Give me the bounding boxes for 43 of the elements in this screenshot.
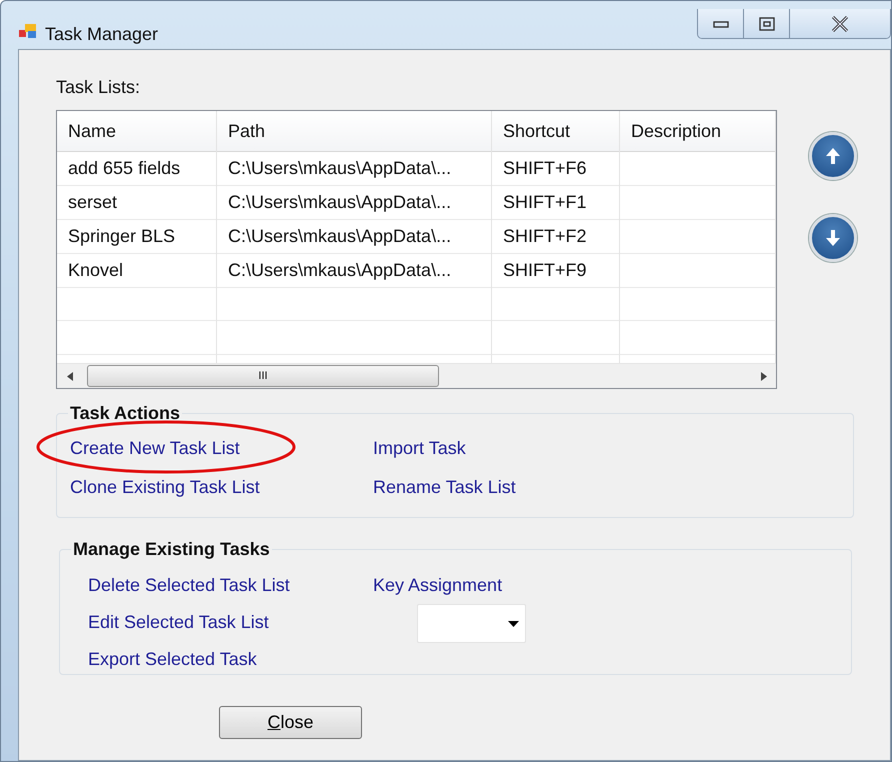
link[interactable]: Clone Existing Task List bbox=[70, 476, 260, 498]
app-icon bbox=[19, 23, 37, 39]
link[interactable]: Delete Selected Task List bbox=[88, 574, 290, 596]
caret-icon bbox=[508, 620, 519, 626]
table-cell: SHIFT+F1 bbox=[492, 185, 620, 220]
close-icon[interactable] bbox=[790, 9, 890, 38]
window-title: Task Manager bbox=[45, 23, 158, 46]
column-header[interactable]: Description bbox=[620, 111, 776, 152]
table-cell: C:\Users\mkaus\AppData\... bbox=[217, 219, 492, 254]
group-title: Manage Existing Tasks bbox=[72, 539, 271, 559]
link[interactable]: Rename Task List bbox=[373, 476, 516, 498]
task-lists-label: Task Lists: bbox=[56, 76, 142, 98]
minimize-icon bbox=[712, 20, 728, 28]
link[interactable]: Export Selected Task bbox=[88, 648, 257, 670]
link[interactable]: Import Task bbox=[373, 437, 466, 459]
scroll-right-icon[interactable] bbox=[760, 372, 766, 380]
minimize-button[interactable] bbox=[698, 9, 744, 38]
scroll-left-icon[interactable] bbox=[66, 372, 72, 380]
table-cell: SHIFT+F2 bbox=[492, 219, 620, 254]
table-cell: C:\Users\mkaus\AppData\... bbox=[217, 151, 492, 186]
table-cell: Knovel bbox=[57, 253, 217, 288]
column-header[interactable]: Shortcut bbox=[492, 111, 620, 152]
table-cell: serset bbox=[57, 185, 217, 220]
column-header[interactable]: Path bbox=[217, 111, 492, 152]
table-cell: add 655 fields bbox=[57, 151, 217, 186]
horizontal-scrollbar[interactable]: III bbox=[57, 363, 776, 388]
restore-button[interactable] bbox=[744, 9, 790, 38]
arrow-down-icon bbox=[825, 229, 841, 247]
column-header[interactable]: Name bbox=[57, 111, 217, 152]
table-cell: SHIFT+F6 bbox=[492, 151, 620, 186]
arrow-up-icon bbox=[825, 147, 841, 165]
restore-icon bbox=[758, 17, 774, 31]
group-title: Task Actions bbox=[69, 403, 182, 423]
link[interactable]: Edit Selected Task List bbox=[88, 611, 269, 633]
table-cell: C:\Users\mkaus\AppData\... bbox=[217, 253, 492, 288]
move-up-button[interactable] bbox=[809, 132, 857, 180]
table-cell: Springer BLS bbox=[57, 219, 217, 254]
table-cell: C:\Users\mkaus\AppData\... bbox=[217, 185, 492, 220]
key-assignment-label: Key Assignment bbox=[373, 574, 502, 596]
table-cell: SHIFT+F9 bbox=[492, 253, 620, 288]
close-button[interactable]: Close bbox=[219, 706, 362, 739]
move-down-button[interactable] bbox=[809, 214, 857, 262]
scrollbar-thumb[interactable]: III bbox=[87, 365, 439, 387]
